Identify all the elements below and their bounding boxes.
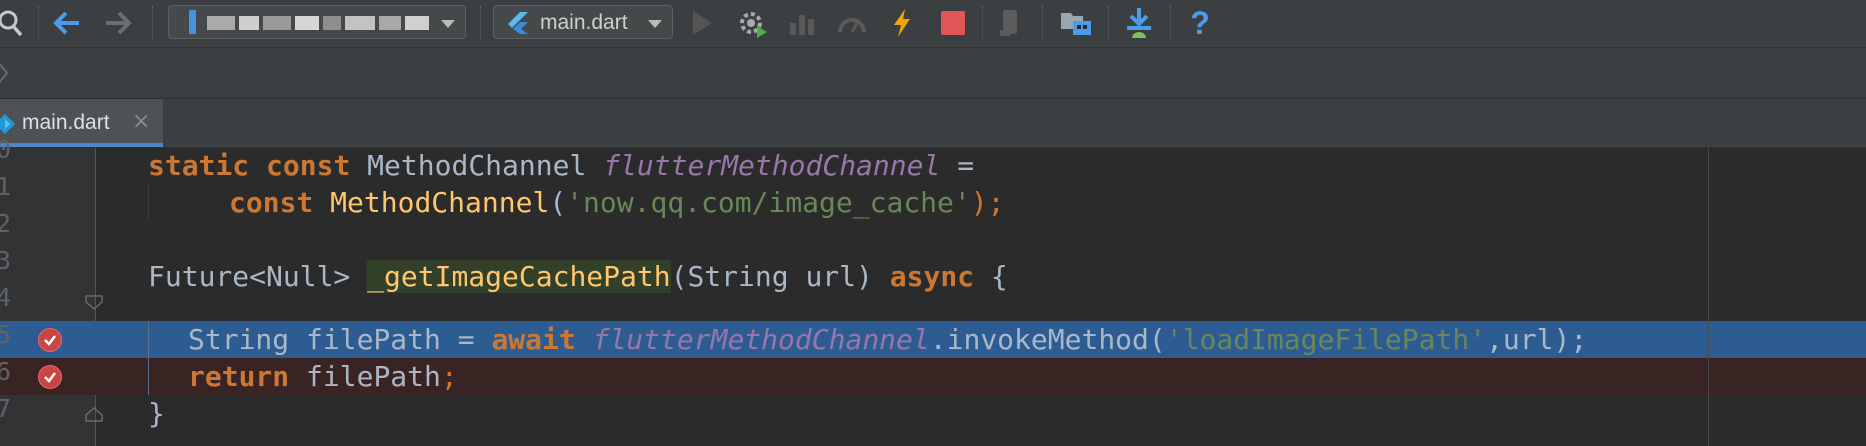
code-token: filePath: [289, 360, 441, 393]
flutter-icon: [506, 11, 532, 39]
code-token: return: [188, 360, 290, 393]
code-token: =: [940, 149, 975, 182]
code-token: Future<Null>: [148, 260, 368, 293]
indent-guide: [148, 184, 149, 221]
line-number: 0: [0, 135, 12, 164]
code-line: String filePath = await flutterMethodCha…: [188, 321, 1587, 358]
run-config-label: main.dart: [540, 11, 628, 34]
debug-icon[interactable]: [736, 6, 770, 40]
code-token: );: [970, 186, 1005, 219]
help-icon[interactable]: ?: [1186, 5, 1214, 41]
right-margin-guide: [1708, 148, 1709, 446]
code-token: 'now.qq.com/image_cache': [566, 186, 971, 219]
toolbar-separator: [982, 6, 983, 40]
search-icon[interactable]: [0, 6, 26, 40]
line-number: 2: [0, 209, 12, 238]
toolbar-separator: [1042, 6, 1043, 40]
navigation-bar: [0, 48, 1866, 99]
code-line: return filePath;: [188, 358, 458, 395]
code-token: 'loadImageFilePath': [1165, 323, 1487, 356]
run-icon[interactable]: [687, 6, 717, 40]
code-editor[interactable]: 0 1 2 3 4 5 6 7 static const MethodChann…: [0, 135, 1866, 446]
close-icon[interactable]: ×: [132, 109, 150, 134]
toolbar-separator: [1108, 6, 1109, 40]
toolbar-separator: [480, 6, 481, 40]
code-token: MethodChannel: [330, 186, 550, 219]
tab-main-dart[interactable]: main.dart ×: [0, 99, 163, 147]
code-token: (String url): [670, 260, 890, 293]
breadcrumb-chevron-icon[interactable]: [0, 60, 10, 90]
fold-end-icon[interactable]: [84, 405, 104, 423]
editor-tab-bar: main.dart ×: [0, 99, 1866, 148]
line-number: 5: [0, 320, 12, 349]
line-number: 4: [0, 283, 12, 312]
code-line: const MethodChannel('now.qq.com/image_ca…: [229, 184, 1004, 221]
code-token: const: [266, 149, 351, 182]
breakpoint-icon[interactable]: [38, 365, 62, 389]
code-token: _getImageCachePath: [367, 260, 671, 293]
code-token: {: [974, 260, 1008, 293]
code-token: flutterMethodChannel: [603, 149, 941, 182]
line-number: 6: [0, 357, 12, 386]
code-token: async: [889, 260, 975, 293]
code-token: String filePath =: [188, 323, 492, 356]
code-token: (: [549, 186, 567, 219]
code-line: }: [148, 395, 165, 432]
sdk-manager-icon[interactable]: [1122, 6, 1156, 40]
stop-icon[interactable]: [938, 6, 968, 40]
indent-guide: [148, 321, 149, 395]
line-number: 7: [0, 394, 12, 423]
code-token: const: [229, 186, 314, 219]
code-token: await: [491, 323, 576, 356]
code-token: ,url);: [1486, 323, 1588, 356]
code-token: }: [148, 397, 165, 430]
code-line: static const MethodChannel flutterMethod…: [148, 147, 974, 184]
project-structure-icon[interactable]: [1058, 6, 1094, 40]
main-toolbar: main.dart ?: [0, 0, 1866, 48]
toolbar-separator: [1170, 6, 1171, 40]
device-manager-icon[interactable]: [996, 6, 1026, 40]
line-number: 1: [0, 172, 12, 201]
breakpoint-icon[interactable]: [38, 328, 62, 352]
toolbar-separator: [38, 6, 39, 40]
code-token: MethodChannel: [350, 149, 604, 182]
code-line: Future<Null> _getImageCachePath(String u…: [148, 258, 1008, 295]
line-number: 3: [0, 246, 12, 275]
performance-icon[interactable]: [836, 6, 868, 40]
back-arrow-icon[interactable]: [52, 6, 82, 40]
code-token: .invokeMethod(: [929, 323, 1166, 356]
forward-arrow-icon[interactable]: [103, 6, 133, 40]
chevron-down-icon: [441, 20, 455, 28]
code-token: flutterMethodChannel: [592, 323, 930, 356]
tab-label: main.dart: [22, 111, 110, 134]
code-token: ;: [440, 360, 458, 393]
code-token: static: [148, 149, 250, 182]
hot-reload-icon[interactable]: [888, 6, 916, 40]
module-selector[interactable]: [168, 5, 466, 39]
profile-icon[interactable]: [787, 6, 817, 40]
run-config-selector[interactable]: main.dart: [493, 5, 673, 39]
fold-collapse-icon[interactable]: [84, 294, 104, 312]
chevron-down-icon: [648, 20, 662, 28]
toolbar-separator: [152, 6, 153, 40]
